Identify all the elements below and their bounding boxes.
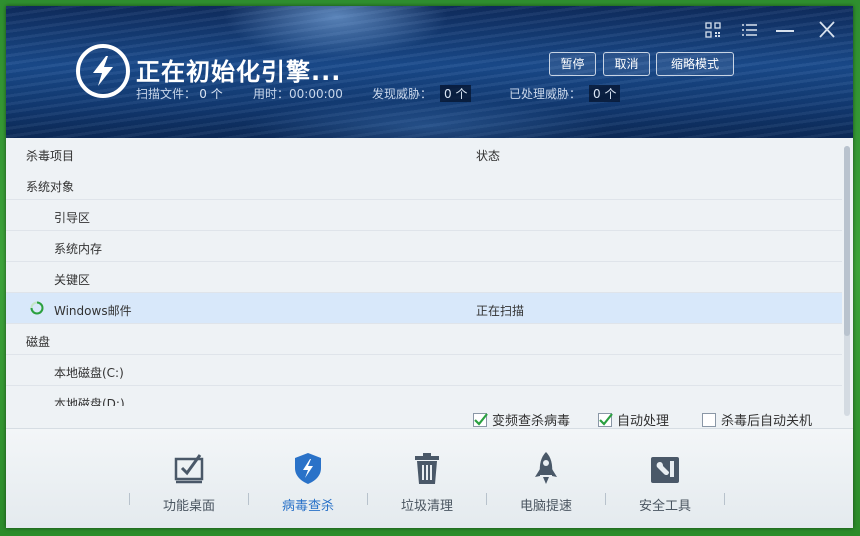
- nav-label: 垃圾清理: [400, 499, 453, 514]
- table-row[interactable]: 关键区: [6, 262, 842, 293]
- vertical-scrollbar[interactable]: [844, 146, 850, 416]
- rocket-icon: [535, 452, 557, 484]
- minimize-icon[interactable]: [774, 20, 796, 40]
- nav-separator: [486, 493, 487, 505]
- table-row[interactable]: 系统内存: [6, 231, 842, 262]
- scanned-files-label: 扫描文件：: [136, 87, 197, 101]
- threats-found-stat: 发现威胁： 0 个: [372, 85, 472, 102]
- scan-stats: 扫描文件： 0 个 用时：00:00:00 发现威胁： 0 个 已处理威胁： 0 个: [136, 85, 656, 103]
- scanned-files-value: 0 个: [199, 87, 223, 101]
- nav-label: 安全工具: [638, 499, 691, 514]
- close-icon[interactable]: [816, 20, 838, 40]
- loading-spinner-icon: [30, 301, 44, 315]
- table-row[interactable]: 本地磁盘(D:): [6, 386, 842, 406]
- elapsed-time-value: 00:00:00: [289, 87, 343, 101]
- row-status: 正在扫描: [476, 304, 525, 318]
- variable-frequency-checkbox[interactable]: [473, 412, 488, 427]
- compact-mode-button[interactable]: 缩略模式: [656, 52, 734, 76]
- table-row[interactable]: 系统对象: [6, 169, 842, 200]
- nav-label: 电脑提速: [519, 499, 572, 514]
- nav-item-desktop[interactable]: 功能桌面: [134, 449, 244, 519]
- table-row[interactable]: 磁盘: [6, 324, 842, 355]
- nav-separator: [367, 493, 368, 505]
- variable-frequency-label: 变频查杀病毒: [492, 414, 571, 429]
- trash-icon: [415, 453, 439, 484]
- bottom-nav-bar: 功能桌面 病毒查杀 垃圾清理 电脑提速 安全工具: [6, 428, 853, 528]
- threats-found-label: 发现威胁：: [372, 87, 433, 101]
- desktop-check-icon: [174, 454, 204, 484]
- threats-handled-value: 0 个: [589, 85, 621, 102]
- auto-shutdown-label: 杀毒后自动关机: [721, 414, 813, 429]
- threats-found-value: 0 个: [440, 85, 472, 102]
- qr-code-icon[interactable]: [702, 20, 724, 40]
- nav-label: 病毒查杀: [281, 499, 334, 514]
- scan-options: 变频查杀病毒 自动处理 杀毒后自动关机: [6, 410, 842, 430]
- nav-separator: [129, 493, 130, 505]
- threats-handled-label: 已处理威胁：: [509, 87, 582, 101]
- table-header: 杀毒项目 状态: [6, 138, 842, 169]
- nav-item-virus-scan[interactable]: 病毒查杀: [253, 449, 363, 519]
- row-label: 系统对象: [26, 180, 75, 194]
- nav-item-speedup[interactable]: 电脑提速: [491, 449, 601, 519]
- table-row[interactable]: 引导区: [6, 200, 842, 231]
- nav-item-security-tools[interactable]: 安全工具: [610, 449, 720, 519]
- scanned-files-stat: 扫描文件： 0 个: [136, 85, 226, 102]
- nav-separator: [605, 493, 606, 505]
- scan-items-panel: 杀毒项目 状态 系统对象 引导区 系统内存 关键区 Windows邮件 正在扫描: [6, 138, 853, 430]
- auto-handle-option[interactable]: 自动处理: [598, 410, 669, 429]
- variable-frequency-option[interactable]: 变频查杀病毒: [473, 410, 570, 429]
- elapsed-time-stat: 用时：00:00:00: [253, 85, 343, 102]
- row-label: 磁盘: [26, 335, 51, 349]
- nav-label: 功能桌面: [162, 499, 215, 514]
- threats-handled-stat: 已处理威胁： 0 个: [509, 85, 621, 102]
- auto-shutdown-option[interactable]: 杀毒后自动关机: [702, 410, 812, 429]
- auto-handle-checkbox[interactable]: [598, 412, 613, 427]
- toolbox-icon: [651, 457, 679, 483]
- nav-separator: [724, 493, 725, 505]
- table-row[interactable]: 本地磁盘(C:): [6, 355, 842, 386]
- nav-item-cleanup[interactable]: 垃圾清理: [372, 449, 482, 519]
- scrollbar-thumb[interactable]: [844, 146, 850, 336]
- row-label: 引导区: [54, 211, 91, 225]
- scan-status-title: 正在初始化引擎...: [136, 58, 342, 86]
- pause-button[interactable]: 暂停: [549, 52, 596, 76]
- nav-separator: [248, 493, 249, 505]
- lightning-logo-icon: [76, 44, 130, 98]
- auto-handle-label: 自动处理: [617, 414, 670, 429]
- auto-shutdown-checkbox[interactable]: [702, 412, 716, 427]
- column-header-item: 杀毒项目: [26, 149, 75, 163]
- row-label: Windows邮件: [54, 304, 132, 318]
- row-label: 系统内存: [54, 242, 103, 256]
- row-label: 本地磁盘(D:): [54, 397, 125, 406]
- elapsed-time-label: 用时：: [253, 87, 290, 101]
- menu-icon[interactable]: [738, 20, 760, 40]
- row-label: 本地磁盘(C:): [54, 366, 124, 380]
- table-row-selected[interactable]: Windows邮件 正在扫描: [6, 293, 842, 324]
- row-label: 关键区: [54, 273, 91, 287]
- shield-bolt-icon: [295, 453, 321, 484]
- antivirus-window: 正在初始化引擎... 扫描文件： 0 个 用时：00:00:00 发现威胁： 0 个…: [6, 6, 853, 528]
- column-header-status: 状态: [476, 149, 501, 163]
- cancel-button[interactable]: 取消: [603, 52, 650, 76]
- header-banner: 正在初始化引擎... 扫描文件： 0 个 用时：00:00:00 发现威胁： 0 个…: [6, 6, 853, 138]
